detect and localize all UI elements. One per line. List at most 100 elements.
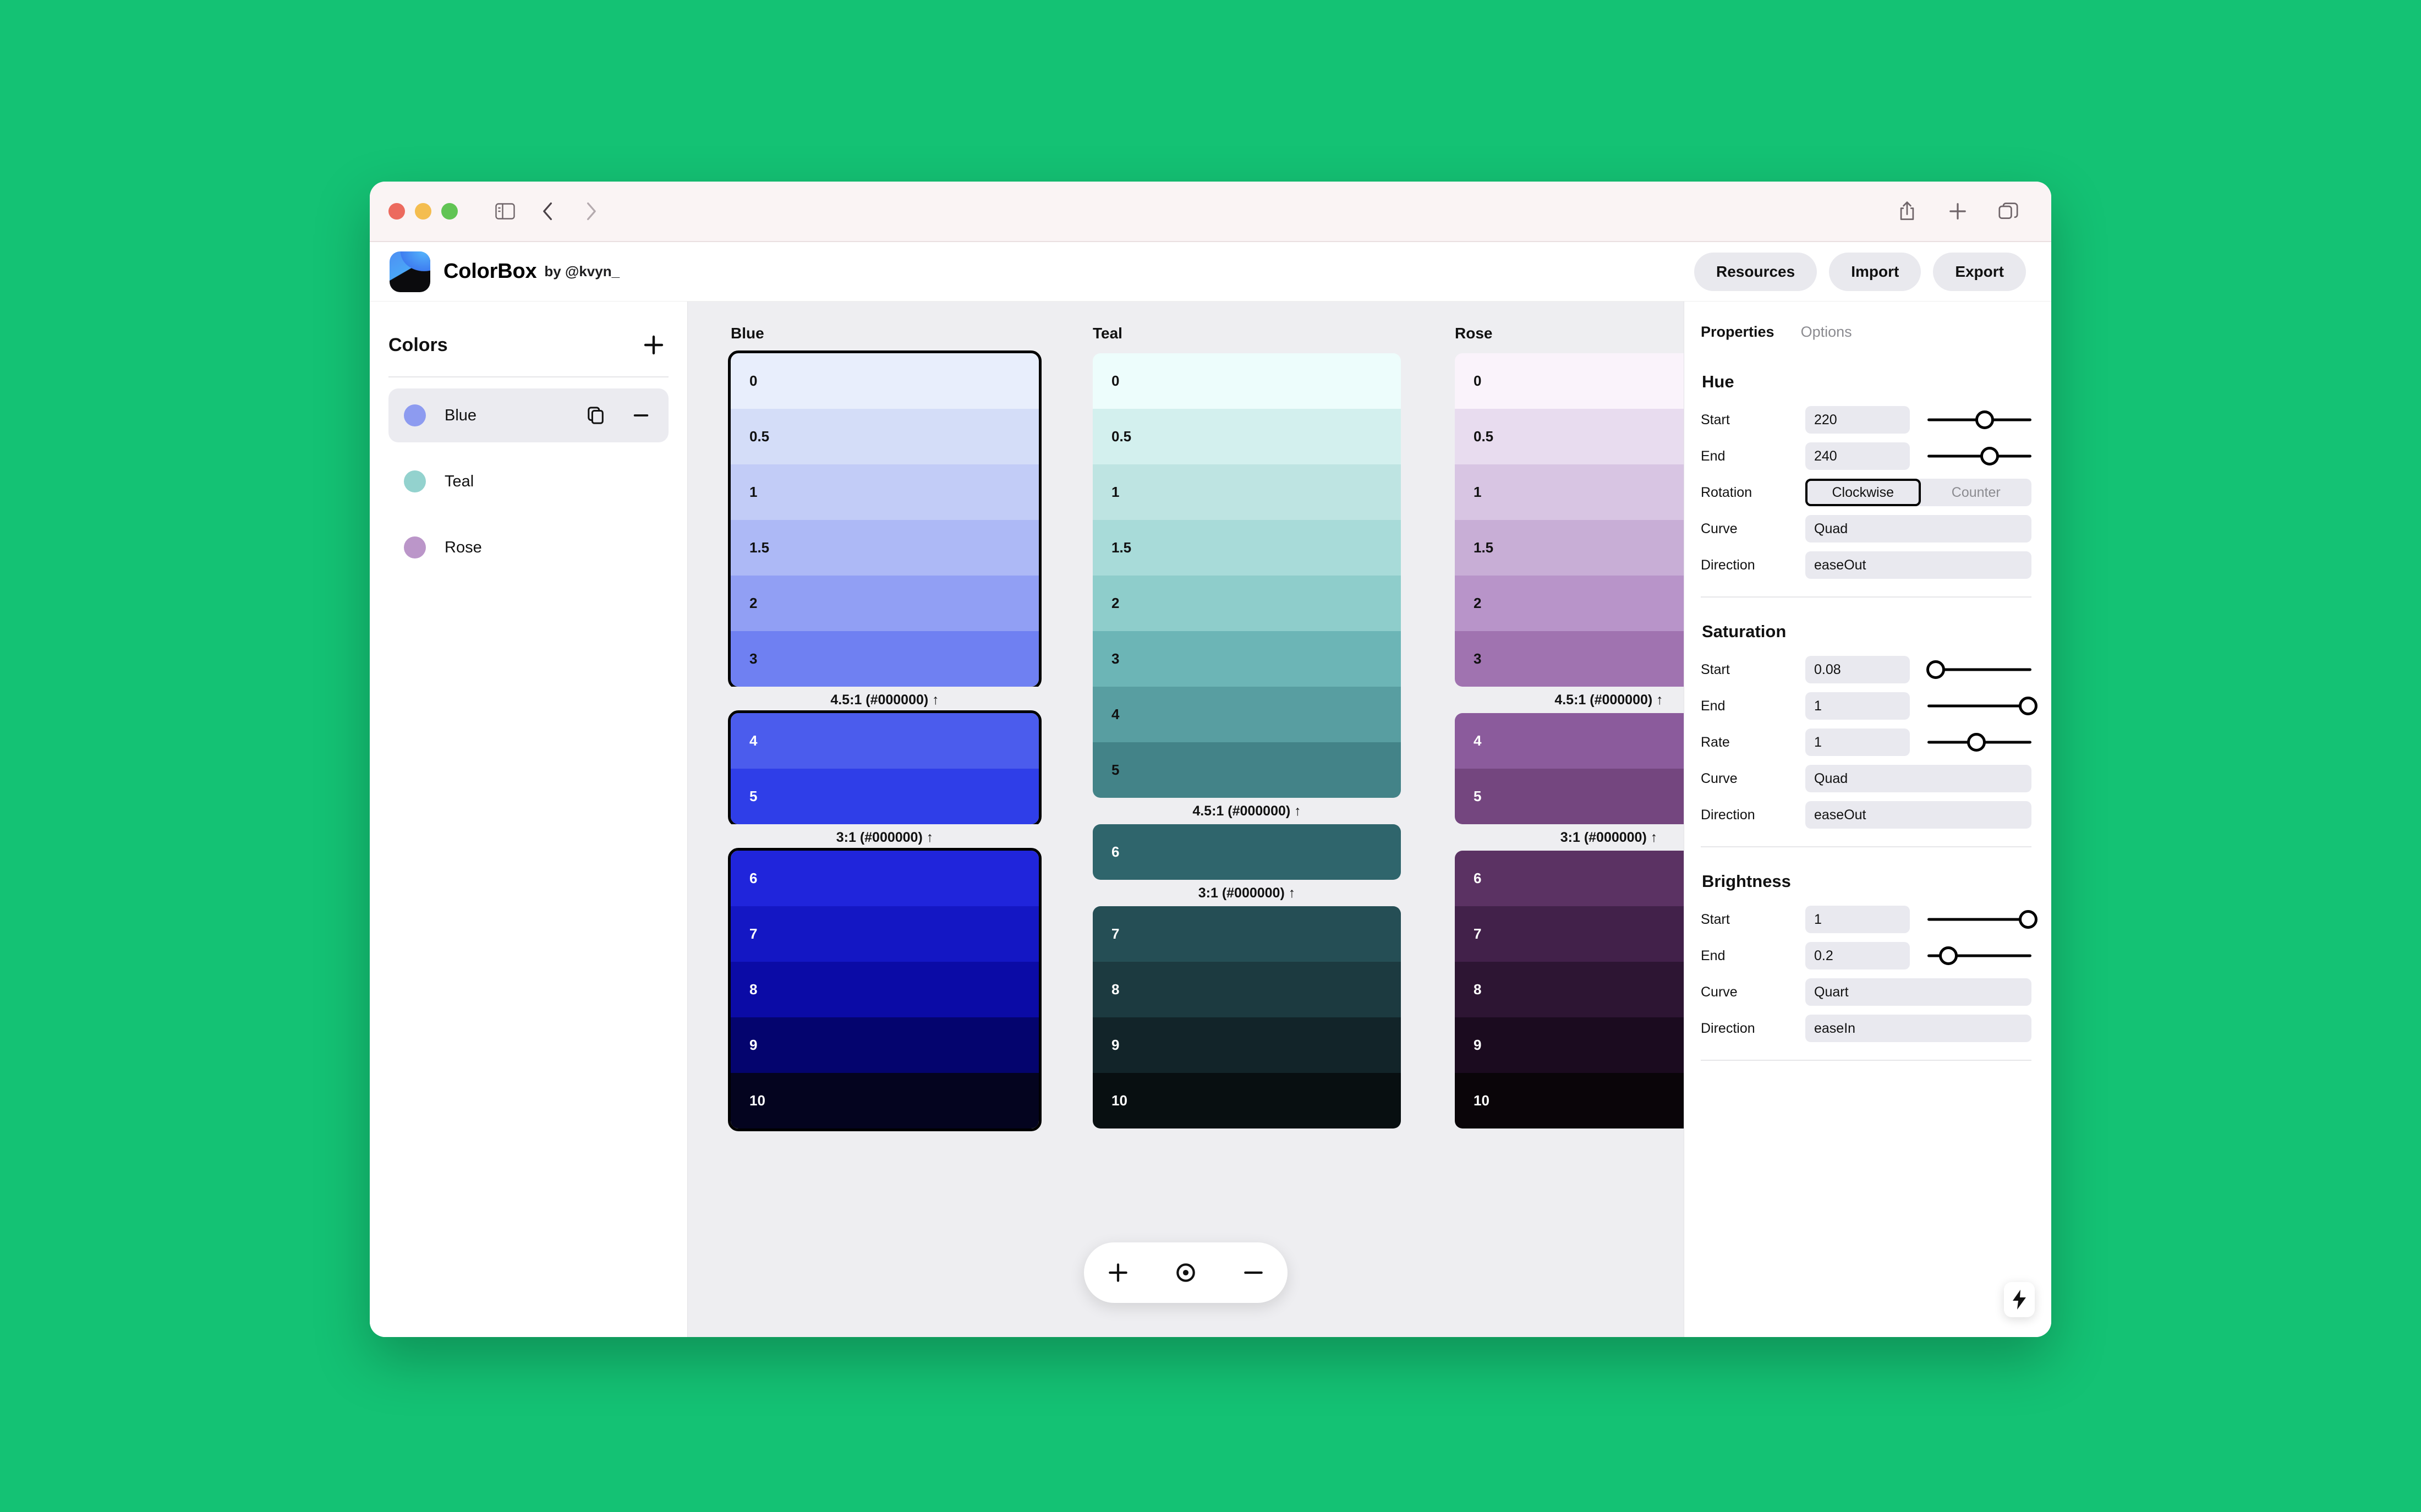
slider-knob[interactable] — [1926, 660, 1945, 679]
end-input[interactable]: 240 — [1805, 442, 1910, 470]
direction-select[interactable]: easeIn — [1805, 1015, 2031, 1042]
share-icon[interactable] — [1895, 199, 1919, 223]
ramp-step[interactable]: 0 — [1093, 353, 1401, 409]
duplicate-icon[interactable] — [584, 403, 608, 428]
start-input[interactable]: 0.08 — [1805, 656, 1910, 683]
ramp-step[interactable]: 4 — [731, 713, 1039, 769]
curve-select[interactable]: Quad — [1805, 515, 2031, 543]
ramp-step-label: 2 — [749, 595, 757, 612]
ramp-stack[interactable]: 00.511.523454.5:1 (#000000) ↑63:1 (#0000… — [1093, 353, 1401, 1128]
slider-knob[interactable] — [1967, 733, 1986, 752]
color-list-item-blue[interactable]: Blue — [388, 388, 669, 442]
ramp-step[interactable]: 0 — [731, 353, 1039, 409]
tab-options[interactable]: Options — [1801, 324, 1852, 341]
ramp-step-label: 5 — [1111, 762, 1119, 779]
ramp-step[interactable]: 9 — [731, 1017, 1039, 1073]
forward-icon[interactable] — [579, 199, 603, 223]
color-list-item-teal[interactable]: Teal — [388, 454, 669, 508]
zoom-in-button[interactable] — [1099, 1253, 1137, 1292]
property-label: Start — [1701, 412, 1805, 428]
remove-icon[interactable] — [629, 403, 653, 428]
ramp-group[interactable]: 678910 — [731, 851, 1039, 1128]
ramp-step-label: 2 — [1111, 595, 1119, 612]
sidebar-divider — [388, 376, 669, 377]
ramp-stack[interactable]: 00.511.5234.5:1 (#000000) ↑453:1 (#00000… — [731, 353, 1039, 1128]
ramp-step[interactable]: 7 — [1093, 906, 1401, 962]
close-button[interactable] — [388, 203, 405, 220]
slider-knob[interactable] — [1975, 410, 1994, 429]
new-tab-icon[interactable] — [1946, 199, 1970, 223]
ramp-step[interactable]: 1 — [1093, 464, 1401, 520]
curve-select[interactable]: Quad — [1805, 765, 2031, 792]
ramp-step[interactable]: 3 — [731, 631, 1039, 687]
ramp-step[interactable]: 6 — [1093, 824, 1401, 880]
end-slider[interactable] — [1927, 442, 2031, 470]
ramp-step[interactable]: 0.5 — [1093, 409, 1401, 464]
ramp-step-label: 3 — [1474, 650, 1481, 667]
start-slider[interactable] — [1927, 406, 2031, 434]
ramp-step[interactable]: 4 — [1093, 687, 1401, 742]
curve-select[interactable]: Quart — [1805, 978, 2031, 1006]
ramp-step[interactable]: 10 — [731, 1073, 1039, 1128]
ramp-step[interactable]: 9 — [1093, 1017, 1401, 1073]
ramp-step[interactable]: 2 — [1093, 576, 1401, 631]
start-input[interactable]: 220 — [1805, 406, 1910, 434]
add-color-button[interactable] — [639, 330, 669, 360]
zoom-reset-button[interactable] — [1166, 1253, 1205, 1292]
ramp-step[interactable]: 7 — [731, 906, 1039, 962]
export-button[interactable]: Export — [1933, 253, 2026, 291]
ramp-step[interactable]: 8 — [731, 962, 1039, 1017]
rate-slider[interactable] — [1927, 728, 2031, 756]
end-slider[interactable] — [1927, 692, 2031, 720]
end-input[interactable]: 1 — [1805, 692, 1910, 720]
ramp-step[interactable]: 1.5 — [731, 520, 1039, 576]
ramp-group[interactable]: 00.5 1 1.5 2 3 — [731, 353, 1039, 687]
start-input[interactable]: 1 — [1805, 906, 1910, 933]
direction-select[interactable]: easeOut — [1805, 801, 2031, 829]
color-swatch-dot — [404, 536, 426, 558]
rotation-option-counter[interactable]: Counter — [1921, 479, 2032, 506]
rate-input[interactable]: 1 — [1805, 728, 1910, 756]
ramp-step-label: 10 — [1474, 1092, 1489, 1109]
minimize-button[interactable] — [415, 203, 431, 220]
ramp-step[interactable]: 2 — [731, 576, 1039, 631]
ramp-step[interactable]: 3 — [1093, 631, 1401, 687]
ramp-group[interactable]: 6 — [1093, 824, 1401, 880]
ramp-step[interactable]: 6 — [731, 851, 1039, 906]
direction-select[interactable]: easeOut — [1805, 551, 2031, 579]
ramp-step[interactable]: 1 — [731, 464, 1039, 520]
ramp-step[interactable]: 8 — [1093, 962, 1401, 1017]
back-icon[interactable] — [536, 199, 560, 223]
start-slider[interactable] — [1927, 906, 2031, 933]
sidebar-toggle-icon[interactable] — [493, 199, 517, 223]
ramp-group[interactable]: 00.511.5 2 34 5 — [1093, 353, 1401, 798]
ramp-group[interactable]: 45 — [731, 713, 1039, 824]
ramp-step-label: 2 — [1474, 595, 1481, 612]
tab-overview-icon[interactable] — [1996, 199, 2020, 223]
ramp-step[interactable]: 1.5 — [1093, 520, 1401, 576]
slider-knob[interactable] — [1980, 447, 1999, 465]
import-button[interactable]: Import — [1829, 253, 1921, 291]
section-brightness: BrightnessStart1End0.2CurveQuartDirectio… — [1701, 872, 2031, 1061]
ramp-step[interactable]: 10 — [1093, 1073, 1401, 1128]
ramp-step[interactable]: 0.5 — [731, 409, 1039, 464]
slider-knob[interactable] — [2019, 697, 2037, 715]
end-input[interactable]: 0.2 — [1805, 942, 1910, 969]
end-slider[interactable] — [1927, 942, 2031, 969]
ramp-step[interactable]: 5 — [1093, 742, 1401, 798]
ramp-step-label: 7 — [1474, 925, 1481, 943]
property-label: Start — [1701, 912, 1805, 928]
resources-button[interactable]: Resources — [1694, 253, 1817, 291]
ramp-group[interactable]: 78910 — [1093, 906, 1401, 1128]
slider-knob[interactable] — [2019, 910, 2037, 929]
color-list-item-rose[interactable]: Rose — [388, 521, 669, 574]
ramp-step[interactable]: 5 — [731, 769, 1039, 824]
rotation-option-clockwise[interactable]: Clockwise — [1805, 479, 1921, 506]
lightning-bolt-icon[interactable] — [2004, 1282, 2035, 1317]
zoom-button[interactable] — [441, 203, 458, 220]
tab-properties[interactable]: Properties — [1701, 324, 1774, 341]
start-slider[interactable] — [1927, 656, 2031, 683]
slider-knob[interactable] — [1939, 946, 1958, 965]
ramp-step-label: 1 — [749, 484, 757, 501]
zoom-out-button[interactable] — [1234, 1253, 1273, 1292]
